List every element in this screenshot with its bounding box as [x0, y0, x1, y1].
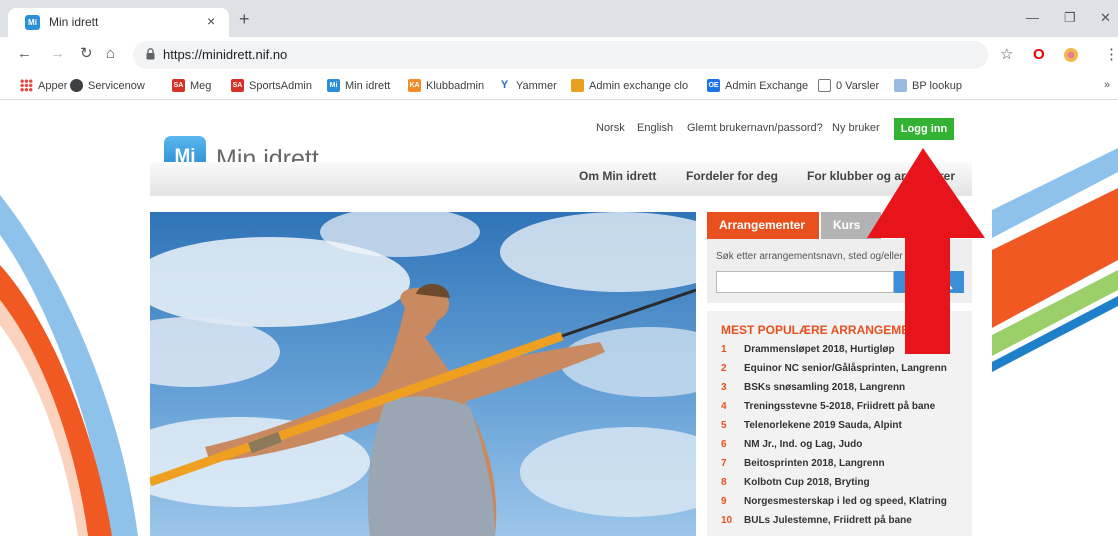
lock-icon	[146, 48, 155, 60]
bookmark-apps[interactable]: Apper	[20, 79, 67, 92]
bookmark-label: Servicenow	[88, 79, 145, 92]
extension-icon[interactable]	[1062, 47, 1080, 63]
restore-icon[interactable]: ❐	[1064, 10, 1076, 26]
bookmark-label: Admin exchange clo	[589, 79, 689, 92]
sportsadmin-icon: SA	[172, 79, 185, 92]
bookmarks-bar: Apper Servicenow SA Meg SA SportsAdmin M…	[0, 73, 1118, 100]
exchange-icon: OE	[707, 79, 720, 92]
bookmark-bp-lookup[interactable]: BP lookup	[894, 79, 962, 92]
bookmark-admin-exchange-clo[interactable]: Admin exchange clo	[571, 79, 689, 92]
bookmark-label: Meg	[190, 79, 212, 92]
bookmark-varsler[interactable]: 0 Varsler	[818, 79, 879, 92]
tab-close-icon[interactable]: ×	[207, 13, 215, 29]
bookmark-label: SportsAdmin	[249, 79, 312, 92]
browser-toolbar: ← → ↻ ⌂ https://minidrett.nif.no ☆ O ⋮	[0, 37, 1118, 73]
bookmark-label: Yammer	[516, 79, 557, 92]
browser-tab[interactable]: Mi Min idrett ×	[8, 8, 229, 37]
bookmark-star-icon[interactable]: ☆	[1000, 47, 1013, 63]
sportsadmin-icon: SA	[231, 79, 244, 92]
browser-tabstrip: Mi Min idrett × + — ❐ ✕	[0, 0, 1118, 37]
tab-title: Min idrett	[49, 15, 99, 29]
bookmark-yammer[interactable]: Y Yammer	[498, 79, 557, 92]
bookmark-min-idrett[interactable]: Mi Min idrett	[327, 79, 390, 92]
bp-lookup-icon	[894, 79, 907, 92]
bookmark-servicenow[interactable]: Servicenow	[70, 79, 145, 92]
bookmark-sportsadmin[interactable]: SA SportsAdmin	[231, 79, 312, 92]
bookmark-label: Klubbadmin	[426, 79, 485, 92]
document-icon	[818, 79, 831, 92]
bookmark-label: 0 Varsler	[836, 79, 880, 92]
apps-grid-icon	[20, 79, 33, 92]
home-icon[interactable]: ⌂	[106, 46, 115, 62]
tab-favicon-icon: Mi	[25, 15, 40, 30]
min-idrett-icon: Mi	[327, 79, 340, 92]
forward-icon[interactable]: →	[50, 46, 65, 62]
bookmark-label: Min idrett	[345, 79, 391, 92]
bookmark-label: Admin Exchange	[725, 79, 809, 92]
servicenow-icon	[70, 79, 83, 92]
yammer-icon: Y	[498, 79, 511, 92]
bookmark-klubbadmin[interactable]: KA Klubbadmin	[408, 79, 484, 92]
klubbadmin-icon: KA	[408, 79, 421, 92]
minimize-icon[interactable]: —	[1026, 10, 1039, 25]
bookmarks-overflow-icon[interactable]: »	[1104, 79, 1110, 91]
address-url: https://minidrett.nif.no	[163, 47, 288, 62]
bookmark-label: Apper	[38, 79, 68, 92]
back-icon[interactable]: ←	[17, 46, 32, 62]
address-bar[interactable]: https://minidrett.nif.no	[133, 41, 988, 69]
opera-icon[interactable]: O	[1033, 47, 1045, 63]
new-tab-icon[interactable]: +	[239, 10, 250, 28]
bookmark-label: BP lookup	[912, 79, 962, 92]
menu-icon[interactable]: ⋮	[1104, 47, 1118, 63]
web-page: Mi Min idrett Norsk English Glemt bruker…	[0, 100, 1118, 536]
reload-icon[interactable]: ↻	[80, 46, 93, 62]
bookmark-admin-exchange[interactable]: OE Admin Exchange	[707, 79, 808, 92]
window-close-icon[interactable]: ✕	[1100, 10, 1111, 26]
annotation-arrow-icon	[867, 148, 985, 354]
bookmark-meg[interactable]: SA Meg	[172, 79, 211, 92]
exchange-cloud-icon	[571, 79, 584, 92]
